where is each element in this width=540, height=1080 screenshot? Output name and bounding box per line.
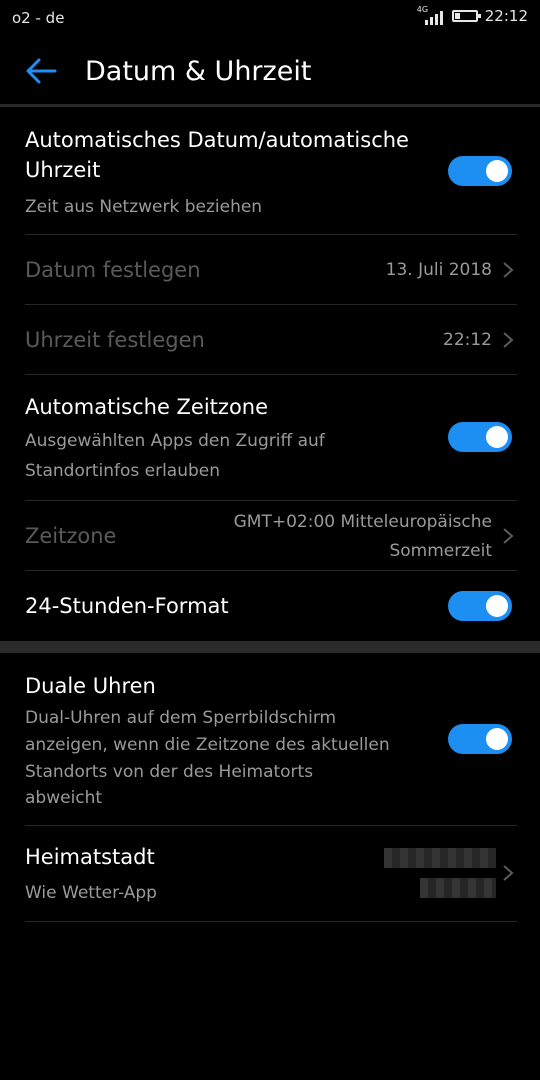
- status-bar: o2 - de 4G 22:12: [0, 0, 540, 38]
- status-icons: 4G 22:12: [417, 5, 528, 25]
- chevron-right-icon: [503, 332, 514, 348]
- set-time-row[interactable]: Uhrzeit festlegen 22:12: [0, 305, 540, 374]
- back-arrow-icon[interactable]: [24, 56, 58, 86]
- toggle-knob: [486, 426, 508, 448]
- auto-datetime-toggle[interactable]: [448, 156, 512, 186]
- dual-clocks-subtitle-line2: anzeigen, wenn die Zeitzone des aktuelle…: [25, 735, 390, 755]
- timezone-row[interactable]: Zeitzone GMT+02:00 Mitteleuropäische Som…: [0, 501, 540, 570]
- dual-clocks-row[interactable]: Duale Uhren Dual-Uhren auf dem Sperrbild…: [0, 653, 540, 825]
- chevron-right-icon: [503, 528, 514, 544]
- status-time: 22:12: [484, 7, 528, 25]
- timezone-value-line2: Sommerzeit: [389, 541, 492, 561]
- dual-clocks-subtitle-line3: Standorts von der des Heimatorts: [25, 762, 314, 782]
- timezone-value-line1: GMT+02:00 Mitteleuropäische: [233, 512, 492, 532]
- auto-timezone-subtitle-line2: Standortinfos erlauben: [25, 461, 221, 481]
- set-date-label: Datum festlegen: [25, 258, 201, 282]
- set-time-label: Uhrzeit festlegen: [25, 328, 205, 352]
- timezone-label: Zeitzone: [25, 524, 117, 548]
- auto-timezone-row[interactable]: Automatische Zeitzone Ausgewählten Apps …: [0, 375, 540, 500]
- home-city-label: Heimatstadt: [25, 845, 155, 869]
- auto-timezone-subtitle-line1: Ausgewählten Apps den Zugriff auf: [25, 431, 325, 451]
- auto-datetime-row[interactable]: Automatisches Datum/automatische Uhrzeit…: [0, 107, 540, 234]
- auto-datetime-subtitle: Zeit aus Netzwerk beziehen: [25, 197, 263, 217]
- set-date-value: 13. Juli 2018: [385, 260, 492, 280]
- chevron-right-icon: [503, 865, 514, 881]
- carrier-name: o2 - de: [12, 9, 65, 27]
- auto-timezone-label: Automatische Zeitzone: [25, 395, 269, 419]
- dual-clocks-subtitle-line4: abweicht: [25, 788, 103, 808]
- redacted-city-name: [384, 848, 496, 868]
- signal-icon: 4G: [417, 5, 445, 25]
- dual-clocks-label: Duale Uhren: [25, 674, 156, 698]
- section-separator: [0, 641, 540, 653]
- chevron-right-icon: [503, 262, 514, 278]
- toggle-knob: [486, 595, 508, 617]
- home-city-row[interactable]: Heimatstadt Wie Wetter-App: [0, 826, 540, 921]
- auto-timezone-toggle[interactable]: [448, 422, 512, 452]
- home-city-subtitle: Wie Wetter-App: [25, 883, 157, 903]
- divider: [25, 921, 517, 922]
- toggle-knob: [486, 728, 508, 750]
- auto-datetime-label-line1: Automatisches Datum/automatische: [25, 128, 409, 152]
- set-date-row[interactable]: Datum festlegen 13. Juli 2018: [0, 235, 540, 304]
- page-title: Datum & Uhrzeit: [85, 56, 312, 87]
- auto-datetime-label-line2: Uhrzeit: [25, 158, 101, 182]
- redacted-city-detail: [420, 878, 496, 898]
- format-24h-label: 24-Stunden-Format: [25, 594, 229, 618]
- toggle-knob: [486, 160, 508, 182]
- dual-clocks-subtitle-line1: Dual-Uhren auf dem Sperrbildschirm: [25, 708, 337, 728]
- format-24h-toggle[interactable]: [448, 591, 512, 621]
- battery-icon: [451, 10, 481, 22]
- dual-clocks-toggle[interactable]: [448, 724, 512, 754]
- set-time-value: 22:12: [443, 330, 492, 350]
- title-bar: Datum & Uhrzeit: [0, 38, 540, 106]
- format-24h-row[interactable]: 24-Stunden-Format: [0, 571, 540, 641]
